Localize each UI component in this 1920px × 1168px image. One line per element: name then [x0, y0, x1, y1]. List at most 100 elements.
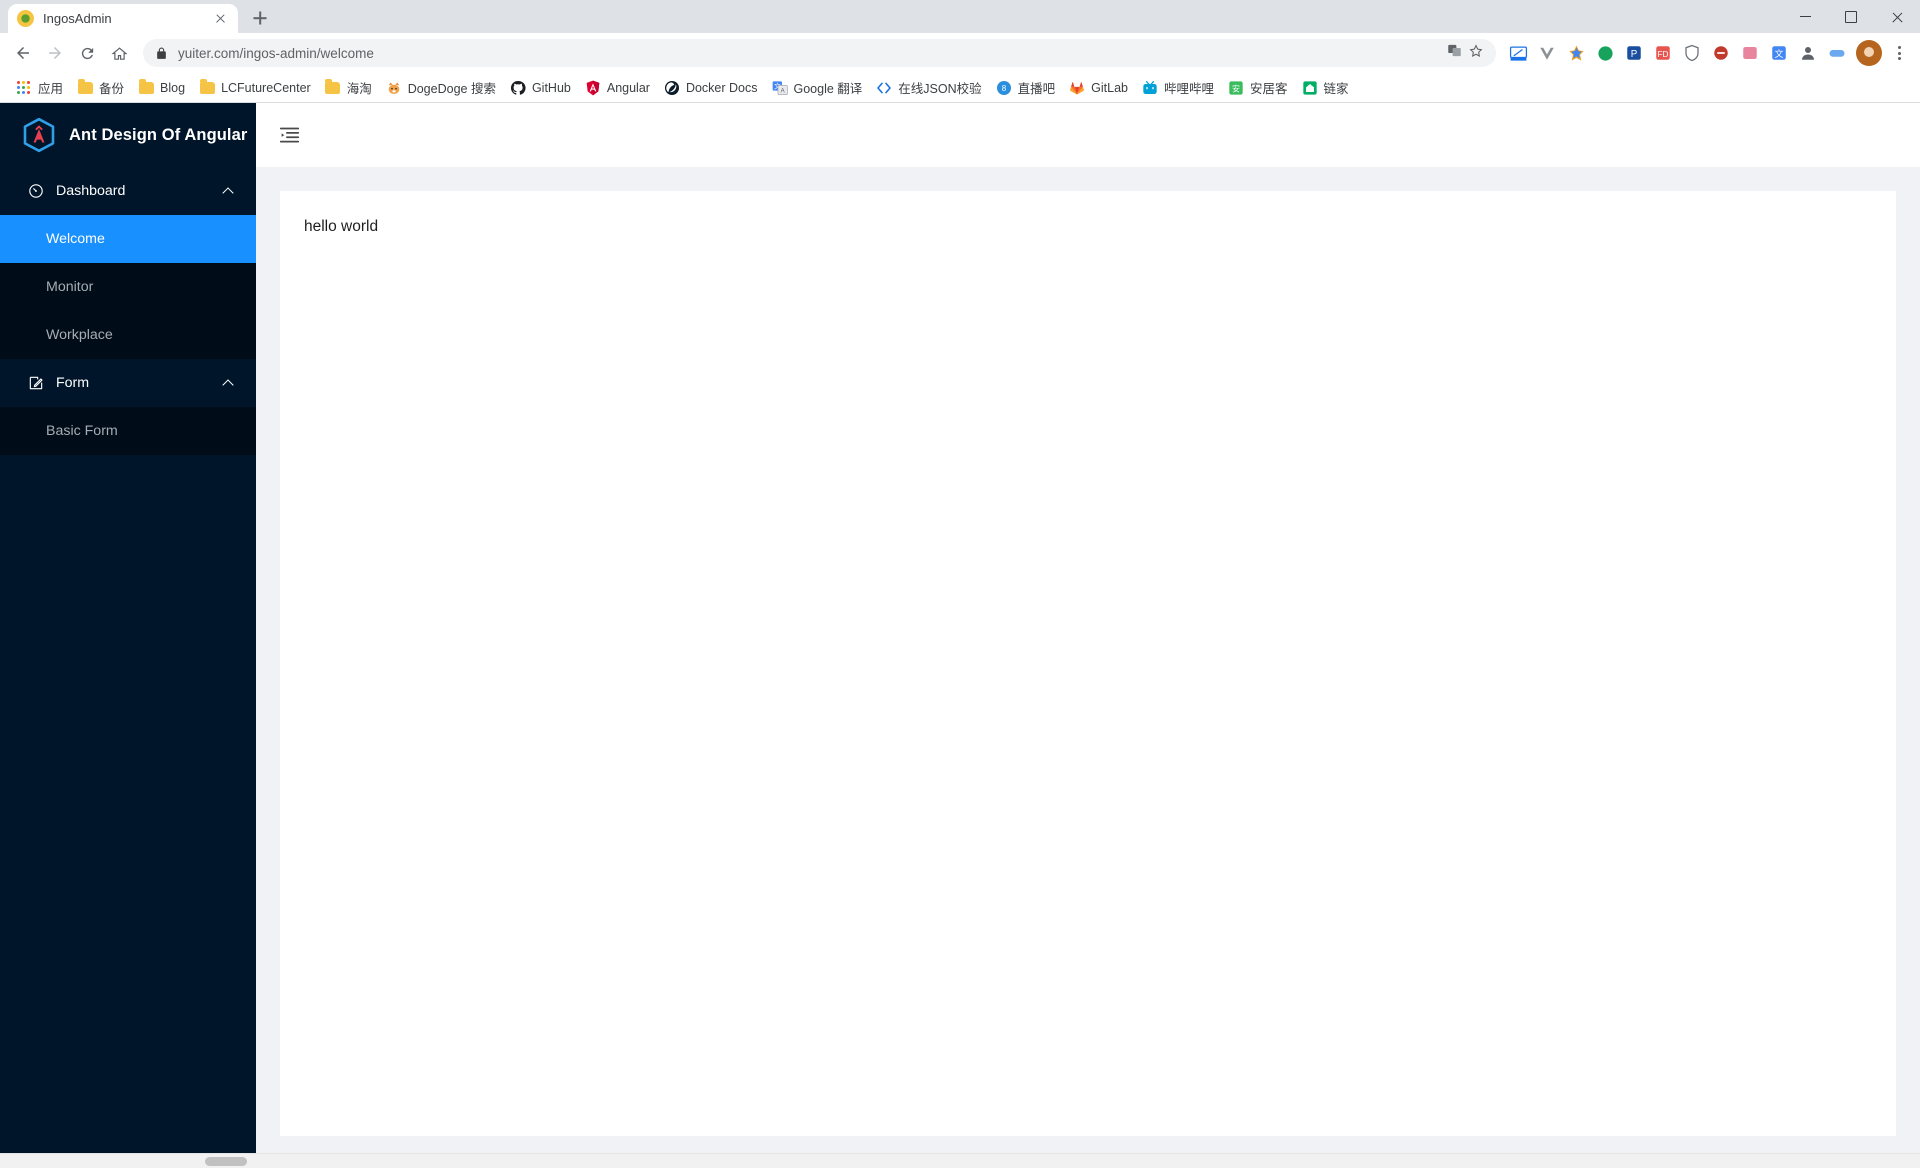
sidebar-item-welcome[interactable]: Welcome: [0, 215, 256, 263]
horizontal-scrollbar[interactable]: [0, 1153, 1920, 1168]
omnibox-actions: [1447, 43, 1484, 64]
url-text: yuiter.com/ingos-admin/welcome: [178, 45, 374, 61]
lock-icon: [155, 47, 168, 60]
svg-text:P: P: [1631, 49, 1638, 60]
fd-extension-icon[interactable]: FD: [1650, 40, 1676, 66]
folder-icon: [138, 79, 154, 96]
bookmark-label: 链家: [1323, 82, 1349, 96]
svg-text:A: A: [780, 88, 784, 94]
folder-icon: [199, 79, 215, 96]
page-viewport: Ant Design Of Angular Dashboard Welcome …: [0, 103, 1920, 1168]
form-edit-icon: [28, 375, 44, 391]
user-extension-icon[interactable]: [1795, 40, 1821, 66]
vue-devtools-extension-icon[interactable]: [1534, 40, 1560, 66]
green-circle-extension-icon[interactable]: [1592, 40, 1618, 66]
bookmark-github[interactable]: GitHub: [504, 77, 577, 99]
bookmark-anjuke[interactable]: 安 安居客: [1222, 75, 1294, 100]
maximize-button[interactable]: [1828, 0, 1874, 33]
bookmark-label: 应用: [38, 82, 64, 96]
menu-fold-icon[interactable]: [278, 124, 300, 146]
bookmark-json-validator[interactable]: 在线JSON校验: [870, 75, 987, 100]
bookmark-apps[interactable]: 应用: [10, 75, 69, 100]
bookmark-bilibili[interactable]: 哔哩哔哩: [1136, 75, 1220, 100]
sidebar-item-monitor[interactable]: Monitor: [0, 263, 256, 311]
brand-header[interactable]: Ant Design Of Angular: [0, 103, 256, 167]
window-close-button[interactable]: [1874, 0, 1920, 33]
lianjia-icon: [1302, 80, 1318, 96]
anjuke-icon: 安: [1228, 80, 1244, 96]
browser-toolbar: yuiter.com/ingos-admin/welcome P FD 文: [0, 33, 1920, 73]
bookmark-blog[interactable]: Blog: [132, 77, 191, 99]
json-icon: [876, 80, 892, 96]
star-icon[interactable]: [1468, 43, 1484, 64]
back-button[interactable]: [8, 38, 38, 68]
profile-avatar[interactable]: [1856, 40, 1882, 66]
bookmark-label: Google 翻译: [793, 82, 863, 96]
svg-text:文: 文: [1774, 48, 1783, 59]
new-tab-button[interactable]: [246, 4, 274, 32]
bookmark-gitlab[interactable]: GitLab: [1063, 77, 1134, 99]
main-pane: hello world: [256, 103, 1920, 1168]
github-icon: [510, 80, 526, 96]
close-icon[interactable]: [212, 10, 229, 27]
bookmark-dogedoge[interactable]: DogeDoge 搜索: [380, 75, 502, 100]
bookmark-label: 备份: [99, 82, 125, 96]
pill-extension-icon[interactable]: [1824, 40, 1850, 66]
bookmark-label: 海淘: [346, 82, 372, 96]
bookmark-label: LCFutureCenter: [221, 80, 311, 95]
screenshot-extension-icon[interactable]: [1505, 40, 1531, 66]
forward-button[interactable]: [40, 38, 70, 68]
bookmark-label: GitLab: [1091, 80, 1128, 95]
translate-extension-icon[interactable]: 文: [1766, 40, 1792, 66]
browser-window: IngosAdmin yuiter.com/ingos-admin/welcom…: [0, 0, 1920, 1168]
minimize-button[interactable]: [1782, 0, 1828, 33]
tab-strip: IngosAdmin: [0, 0, 1920, 33]
joomla-extension-icon[interactable]: [1563, 40, 1589, 66]
zhibo-icon: 8: [996, 80, 1012, 96]
avatar-head: [1864, 46, 1874, 57]
bookmarks-bar: 应用 备份 Blog LCFutureCenter 海淘 DogeDoge 搜索: [0, 73, 1920, 103]
shield-extension-icon[interactable]: [1679, 40, 1705, 66]
content-area: hello world: [256, 167, 1920, 1168]
adblock-extension-icon[interactable]: [1708, 40, 1734, 66]
bookmark-backup[interactable]: 备份: [71, 75, 130, 100]
tab-title: IngosAdmin: [43, 11, 112, 26]
sidebar-group-label: Dashboard: [56, 183, 126, 199]
bookmark-label: Blog: [160, 80, 186, 95]
chevron-up-icon: [224, 186, 234, 196]
svg-text:FD: FD: [1658, 50, 1669, 59]
pink-extension-icon[interactable]: [1737, 40, 1763, 66]
reload-button[interactable]: [72, 38, 102, 68]
bookmark-zhibo8[interactable]: 8 直播吧: [990, 75, 1062, 100]
translate-icon[interactable]: [1447, 43, 1462, 63]
bookmark-docker-docs[interactable]: Docker Docs: [658, 77, 764, 99]
bookmark-haitao[interactable]: 海淘: [319, 75, 378, 100]
scrollbar-thumb[interactable]: [205, 1157, 247, 1166]
chrome-menu-button[interactable]: [1886, 40, 1912, 66]
content-card: hello world: [280, 191, 1896, 1136]
doge-icon: [386, 80, 402, 96]
folder-icon: [325, 79, 341, 96]
browser-tab[interactable]: IngosAdmin: [8, 4, 238, 33]
sidebar-group-form[interactable]: Form: [0, 359, 256, 407]
bookmark-lcfuturecenter[interactable]: LCFutureCenter: [193, 77, 317, 99]
leaf-favicon: [17, 10, 34, 27]
bookmark-google-translate[interactable]: 文A Google 翻译: [766, 75, 869, 100]
sidebar-item-basic-form[interactable]: Basic Form: [0, 407, 256, 455]
gitlab-icon: [1069, 80, 1085, 96]
sidebar-submenu-form: Basic Form: [0, 407, 256, 455]
address-bar[interactable]: yuiter.com/ingos-admin/welcome: [143, 39, 1496, 67]
bookmark-label: DogeDoge 搜索: [407, 82, 496, 96]
home-button[interactable]: [104, 38, 134, 68]
folder-icon: [77, 79, 93, 96]
pocket-extension-icon[interactable]: P: [1621, 40, 1647, 66]
sidebar-item-workplace[interactable]: Workplace: [0, 311, 256, 359]
angular-icon: [585, 80, 601, 96]
sidebar-group-dashboard[interactable]: Dashboard: [0, 167, 256, 215]
bookmark-angular[interactable]: Angular: [579, 77, 656, 99]
bookmark-lianjia[interactable]: 链家: [1296, 75, 1355, 100]
svg-text:8: 8: [1001, 84, 1006, 93]
sidebar-item-label: Workplace: [46, 327, 113, 343]
sidebar-group-label: Form: [56, 375, 90, 391]
sidebar-item-label: Basic Form: [46, 423, 118, 439]
